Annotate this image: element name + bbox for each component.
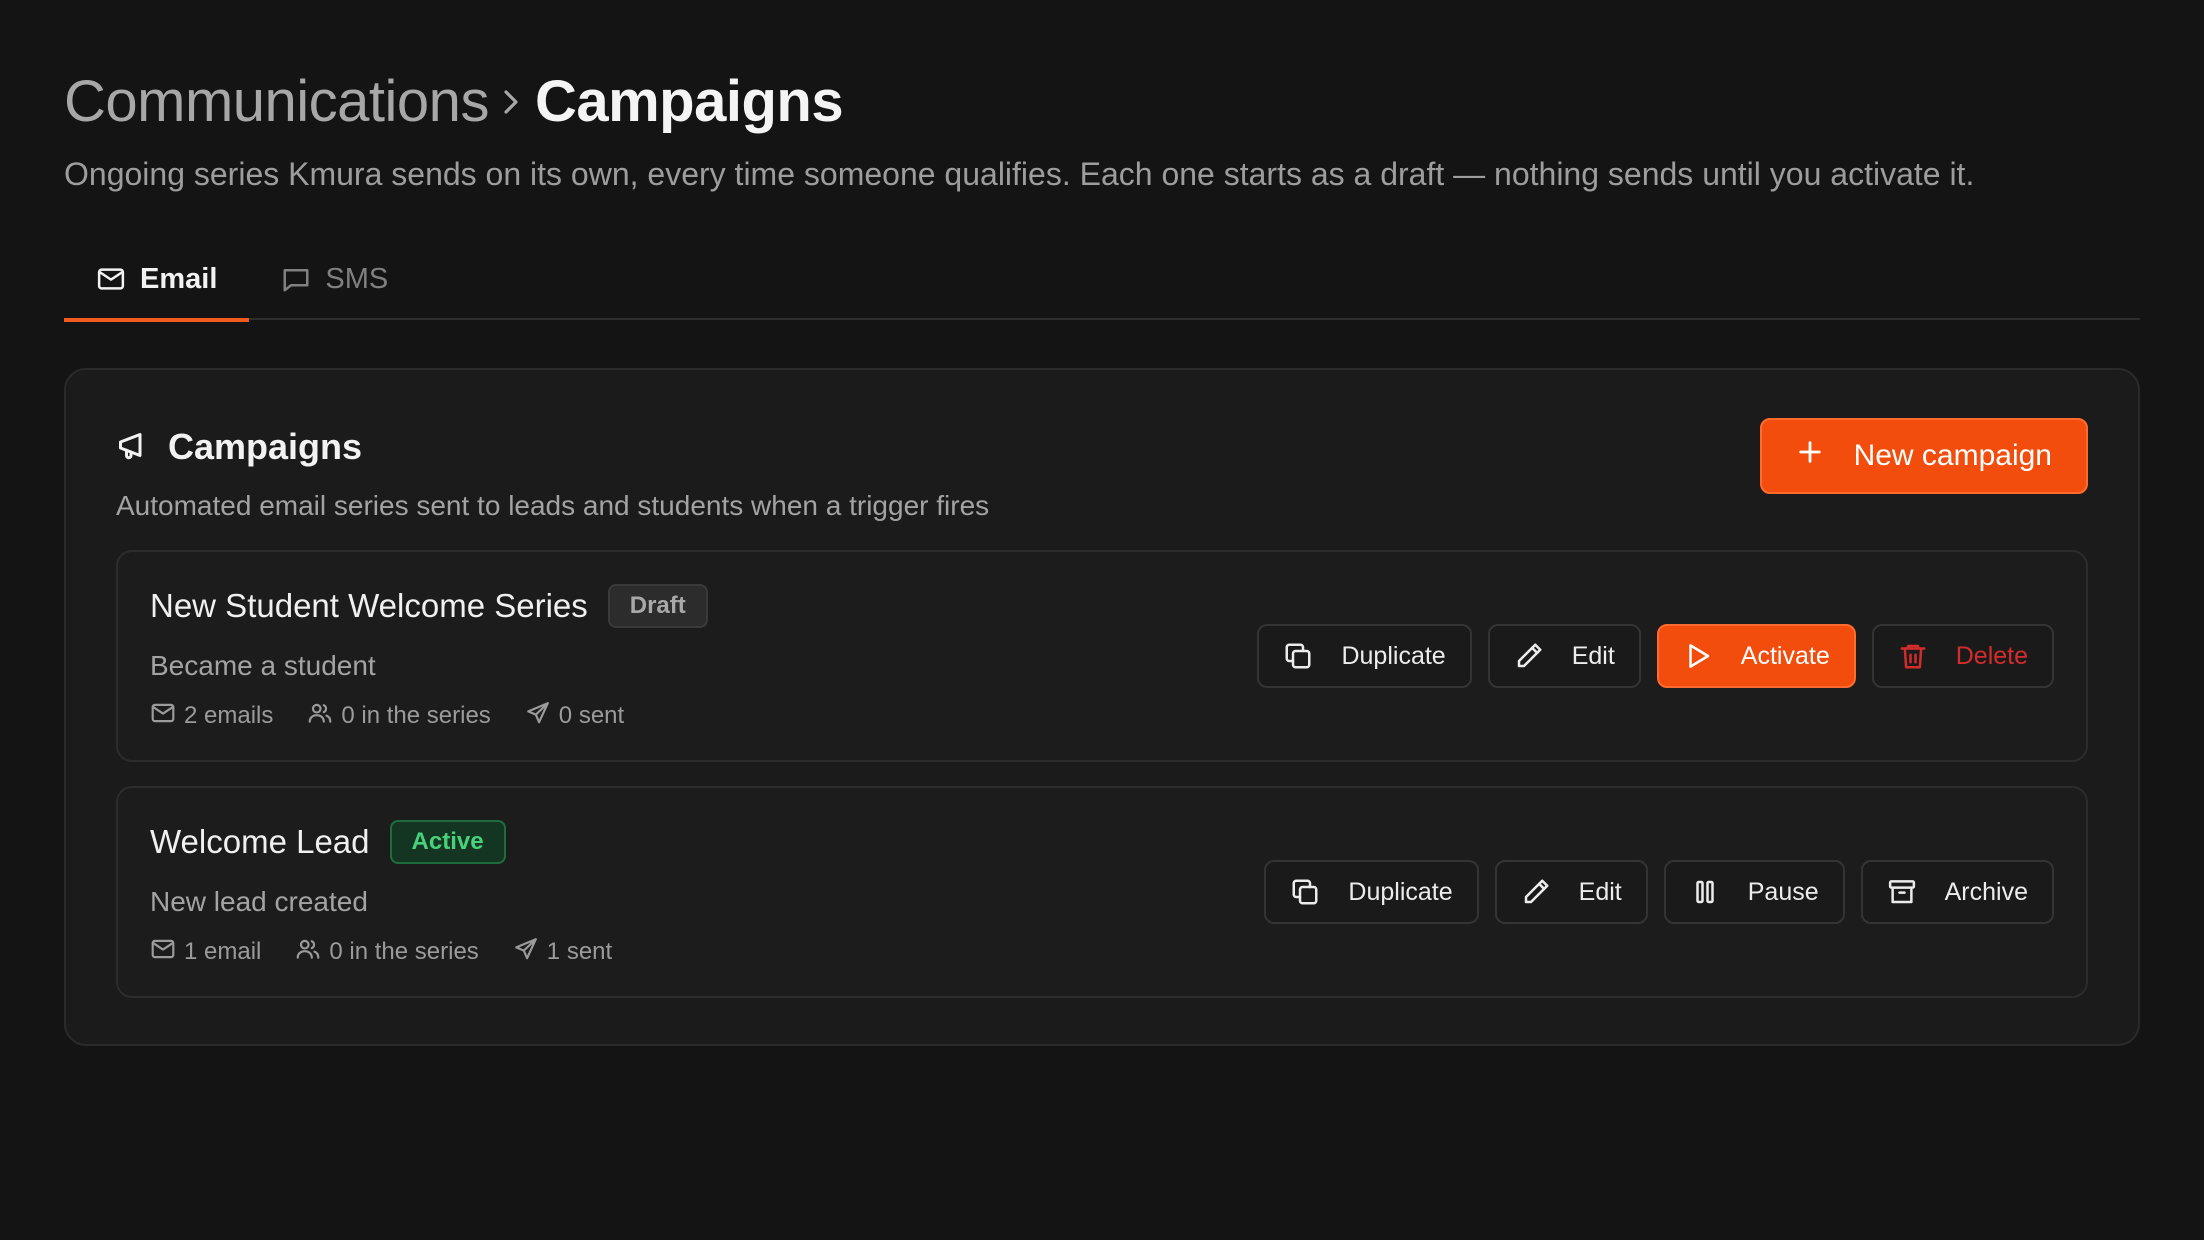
activate-label: Activate (1740, 641, 1830, 670)
new-campaign-label: New campaign (1853, 439, 2052, 472)
series-count: 0 in the series (341, 702, 491, 729)
delete-button[interactable]: Delete (1871, 624, 2054, 688)
channel-tabs: Email SMS (64, 238, 2140, 322)
campaign-title[interactable]: Welcome Lead (150, 823, 370, 861)
archive-icon (1887, 877, 1917, 907)
campaigns-card: Campaigns Automated email series sent to… (64, 368, 2140, 1046)
tab-email[interactable]: Email (64, 238, 250, 322)
play-icon (1683, 641, 1713, 671)
trash-icon (1898, 641, 1928, 671)
breadcrumb-communications[interactable]: Communications (64, 66, 489, 138)
campaign-trigger: New lead created (150, 885, 368, 917)
mail-icon (150, 936, 176, 969)
campaign-meta: 2 emails 0 in the series 0 sent (150, 700, 708, 733)
copy-icon (1290, 877, 1320, 907)
duplicate-label: Duplicate (1341, 641, 1446, 670)
duplicate-label: Duplicate (1348, 877, 1453, 906)
series-count: 0 in the series (329, 938, 479, 965)
send-icon (525, 700, 551, 733)
status-badge: Draft (607, 583, 708, 628)
message-icon (281, 264, 311, 294)
breadcrumb: Communications Campaigns (64, 66, 2140, 138)
duplicate-button[interactable]: Duplicate (1264, 860, 1479, 924)
sent-count: 1 sent (546, 938, 613, 965)
delete-label: Delete (1955, 641, 2028, 670)
tab-sms[interactable]: SMS (249, 238, 420, 320)
activate-button[interactable]: Activate (1656, 624, 1856, 688)
pause-label: Pause (1747, 877, 1819, 906)
page-title: Campaigns (534, 69, 844, 134)
copy-icon (1283, 641, 1313, 671)
plus-icon (1796, 438, 1824, 474)
pause-button[interactable]: Pause (1663, 860, 1845, 924)
new-campaign-button[interactable]: New campaign (1759, 418, 2088, 494)
tab-sms-label: SMS (325, 262, 389, 295)
mail-icon (96, 264, 126, 294)
chevron-right-icon (499, 82, 525, 122)
campaign-row[interactable]: Welcome Lead Active New lead created 1 e… (116, 786, 2088, 998)
edit-button[interactable]: Edit (1487, 624, 1641, 688)
campaign-row[interactable]: New Student Welcome Series Draft Became … (116, 550, 2088, 762)
sent-count: 0 sent (558, 702, 625, 729)
email-count: 1 email (184, 938, 262, 965)
email-count: 2 emails (184, 702, 274, 729)
campaign-actions: Duplicate Edit Pause Archive (1264, 860, 2054, 924)
campaign-trigger: Became a student (150, 649, 376, 681)
tab-email-label: Email (140, 262, 218, 295)
campaigns-page: Communications Campaigns Ongoing series … (0, 0, 2204, 1240)
card-description: Automated email series sent to leads and… (116, 490, 990, 521)
card-title: Campaigns (168, 426, 363, 467)
campaign-meta: 1 email 0 in the series 1 sent (150, 936, 612, 969)
page-subtitle: Ongoing series Kmura sends on its own, e… (64, 156, 1975, 192)
campaign-list: New Student Welcome Series Draft Became … (116, 550, 2088, 998)
megaphone-icon (116, 427, 152, 468)
edit-label: Edit (1571, 641, 1615, 670)
pencil-icon (1521, 877, 1551, 907)
status-badge: Active (389, 819, 506, 864)
edit-label: Edit (1578, 877, 1622, 906)
campaign-actions: Duplicate Edit Activate Delete (1257, 624, 2054, 688)
pause-icon (1690, 877, 1720, 907)
edit-button[interactable]: Edit (1494, 860, 1648, 924)
duplicate-button[interactable]: Duplicate (1257, 624, 1472, 688)
card-header: Campaigns Automated email series sent to… (116, 418, 2088, 522)
send-icon (513, 936, 539, 969)
campaign-title[interactable]: New Student Welcome Series (150, 587, 588, 625)
users-icon (307, 700, 333, 733)
page-header: Communications Campaigns Ongoing series … (64, 0, 2140, 194)
users-icon (295, 936, 321, 969)
archive-label: Archive (1944, 877, 2028, 906)
archive-button[interactable]: Archive (1860, 860, 2054, 924)
mail-icon (150, 700, 176, 733)
pencil-icon (1514, 641, 1544, 671)
